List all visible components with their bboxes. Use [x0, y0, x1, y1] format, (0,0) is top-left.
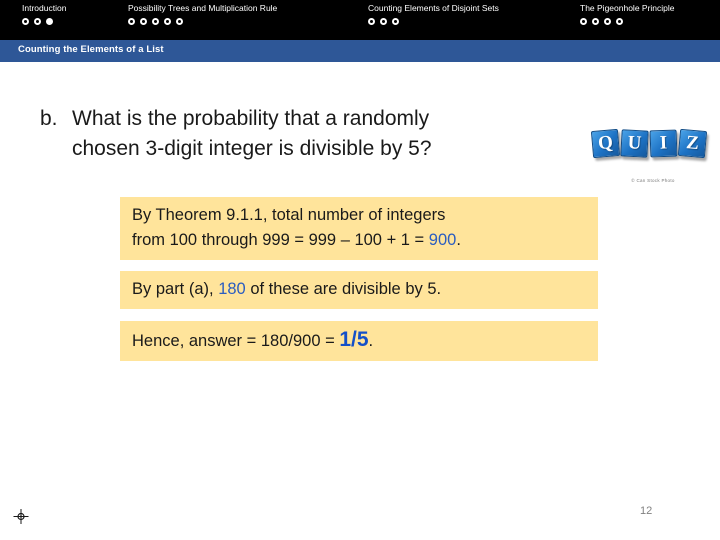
nav-progress-dots: [128, 18, 277, 25]
quiz-block-q: Q: [590, 128, 621, 159]
nav-section-pigeonhole-principle[interactable]: The Pigeonhole Principle: [580, 3, 675, 25]
crosshair-icon: [12, 508, 30, 526]
answer-box-final-answer: Hence, answer = 180/900 = 1/5.: [120, 321, 598, 361]
question-line-2: chosen 3-digit integer is divisible by 5…: [72, 137, 432, 160]
quiz-block-u: U: [620, 129, 649, 158]
nav-section-title: The Pigeonhole Principle: [580, 3, 675, 13]
nav-section-possibility-trees[interactable]: Possibility Trees and Multiplication Rul…: [128, 3, 277, 25]
answer-text-prefix: from 100 through 999 = 999 – 100 + 1 =: [132, 231, 429, 249]
progress-dot[interactable]: [22, 18, 29, 25]
progress-dot[interactable]: [128, 18, 135, 25]
progress-dot[interactable]: [592, 18, 599, 25]
answer-text-prefix: Hence, answer = 180/900 =: [132, 332, 340, 350]
quiz-letter: I: [659, 131, 668, 154]
nav-section-title: Possibility Trees and Multiplication Rul…: [128, 3, 278, 13]
progress-dot[interactable]: [368, 18, 375, 25]
nav-progress-dots: [368, 18, 499, 25]
quiz-letter: U: [627, 131, 642, 154]
quiz-logo-caption: © Can Stock Photo: [631, 178, 675, 183]
nav-section-introduction[interactable]: Introduction: [22, 3, 66, 25]
quiz-logo-image: Q U I Z © Can Stock Photo: [588, 124, 718, 198]
question-text: What is the probability that a randomly c…: [72, 104, 524, 164]
progress-dot[interactable]: [140, 18, 147, 25]
nav-section-disjoint-sets[interactable]: Counting Elements of Disjoint Sets: [368, 3, 499, 25]
nav-section-title: Counting Elements of Disjoint Sets: [368, 3, 499, 13]
answer-box-theorem: By Theorem 9.1.1, total number of intege…: [120, 197, 598, 260]
answer-text-suffix: .: [456, 231, 461, 249]
progress-dot[interactable]: [380, 18, 387, 25]
quiz-block-i: I: [649, 129, 678, 158]
progress-dot[interactable]: [604, 18, 611, 25]
slide-body: b. What is the probability that a randoml…: [0, 62, 720, 540]
nav-section-title: Introduction: [22, 3, 67, 13]
progress-dot-active[interactable]: [46, 18, 53, 25]
highlight-value-one-fifth: 1/5: [339, 328, 369, 351]
highlight-value-180: 180: [218, 280, 246, 298]
progress-dot[interactable]: [34, 18, 41, 25]
highlight-value-900: 900: [428, 231, 457, 249]
progress-dot[interactable]: [176, 18, 183, 25]
question-line-1: What is the probability that a randomly: [72, 107, 430, 130]
answer-box-part-a: By part (a), 180 of these are divisible …: [120, 271, 598, 309]
progress-dot[interactable]: [164, 18, 171, 25]
progress-dot[interactable]: [580, 18, 587, 25]
progress-dot[interactable]: [392, 18, 399, 25]
quiz-block-z: Z: [677, 128, 708, 159]
quiz-letter: Q: [597, 131, 614, 154]
question-block: b. What is the probability that a randoml…: [40, 104, 560, 164]
question-label: b.: [40, 107, 58, 130]
top-navigation-bar: Introduction Possibility Trees and Multi…: [0, 0, 720, 40]
answer-line-1: By part (a), 180 of these are divisible …: [132, 277, 586, 302]
answer-line-1: Hence, answer = 180/900 = 1/5.: [132, 327, 586, 354]
answer-text-suffix: .: [368, 332, 374, 350]
answer-line-1: By Theorem 9.1.1, total number of intege…: [132, 206, 446, 224]
nav-progress-dots: [580, 18, 675, 25]
page-number: 12: [640, 505, 653, 517]
answer-text-suffix: of these are divisible by 5.: [245, 280, 442, 298]
slide-title: Counting the Elements of a List: [18, 44, 164, 55]
progress-dot[interactable]: [152, 18, 159, 25]
answer-text-prefix: By part (a),: [132, 280, 219, 298]
nav-progress-dots: [22, 18, 66, 25]
slide-title-banner: Counting the Elements of a List: [0, 40, 720, 62]
quiz-letter-blocks: Q U I Z: [590, 128, 708, 159]
progress-dot[interactable]: [616, 18, 623, 25]
quiz-letter: Z: [685, 131, 700, 154]
answer-line-2: from 100 through 999 = 999 – 100 + 1 = 9…: [132, 228, 586, 253]
